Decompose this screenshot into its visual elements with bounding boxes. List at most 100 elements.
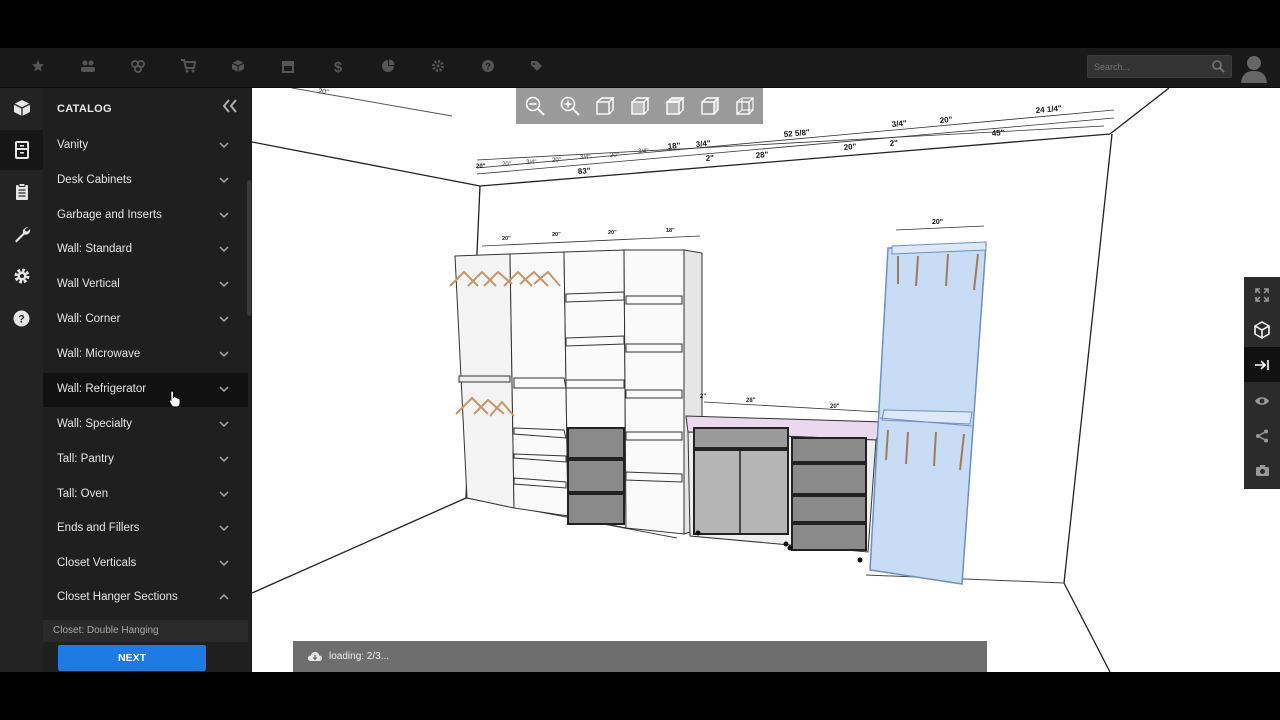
3d-box-icon bbox=[1254, 320, 1270, 339]
svg-text:20": 20" bbox=[552, 158, 561, 164]
zoom-out-icon[interactable] bbox=[524, 95, 546, 117]
catalog-item-closet-hanger-sections[interactable]: Closet Hanger Sections bbox=[43, 581, 248, 615]
rail-catalog-button[interactable] bbox=[0, 88, 43, 128]
catalog-item-wall-corner[interactable]: Wall: Corner bbox=[43, 303, 248, 337]
dimension-label: 18" bbox=[666, 228, 675, 234]
clipboard-icon bbox=[15, 183, 28, 200]
view-cube-right-icon[interactable] bbox=[699, 95, 721, 117]
rail-help-button[interactable]: ? bbox=[0, 298, 43, 338]
loading-text: loading: 2/3... bbox=[329, 651, 390, 662]
box-icon bbox=[13, 100, 30, 116]
svg-text:?: ? bbox=[18, 313, 25, 325]
catalog-item-label: Vanity bbox=[57, 139, 89, 151]
tag-icon[interactable] bbox=[526, 58, 546, 78]
dimension-label: 20" bbox=[843, 142, 857, 152]
svg-text:20": 20" bbox=[610, 153, 619, 159]
search-input[interactable] bbox=[1088, 56, 1206, 77]
svg-text:3/4": 3/4" bbox=[638, 149, 648, 155]
chevron-down-icon bbox=[219, 142, 229, 149]
group-icon[interactable] bbox=[128, 58, 148, 78]
dimension-label: 20" bbox=[932, 219, 943, 226]
dimension-label: 28" bbox=[755, 150, 769, 160]
dimension-label: 20" bbox=[552, 232, 561, 238]
store-icon[interactable] bbox=[278, 58, 298, 78]
loading-status-bar: loading: 2/3... bbox=[293, 641, 987, 672]
view-cube-iso-icon[interactable] bbox=[734, 95, 756, 117]
catalog-panel: CATALOG Vanity Desk Cabinets Garbage and… bbox=[43, 88, 252, 672]
camera-icon bbox=[1255, 465, 1269, 476]
catalog-item-wall-standard[interactable]: Wall: Standard bbox=[43, 233, 248, 267]
dimension-label: 3/4" bbox=[695, 139, 711, 149]
catalog-item-vanity[interactable]: Vanity bbox=[43, 129, 248, 163]
user-avatar-icon[interactable] bbox=[1240, 53, 1268, 83]
search-box[interactable] bbox=[1087, 55, 1232, 78]
cart-icon[interactable] bbox=[178, 58, 198, 78]
catalog-item-wall-microwave[interactable]: Wall: Microwave bbox=[43, 338, 248, 372]
catalog-item-garbage-inserts[interactable]: Garbage and Inserts bbox=[43, 199, 248, 233]
catalog-item-wall-specialty[interactable]: Wall: Specialty bbox=[43, 408, 248, 442]
dimension-label: 3/4" bbox=[891, 119, 907, 129]
star-icon[interactable] bbox=[28, 58, 48, 78]
share-button[interactable] bbox=[1244, 418, 1280, 453]
dollar-icon[interactable]: $ bbox=[328, 58, 348, 78]
wrench-icon bbox=[14, 227, 30, 243]
visibility-button[interactable] bbox=[1244, 383, 1280, 418]
3d-view-button[interactable] bbox=[1244, 312, 1280, 347]
collapse-right-button[interactable] bbox=[1244, 347, 1280, 382]
catalog-item-ends-fillers[interactable]: Ends and Fillers bbox=[43, 512, 248, 546]
catalog-item-label: Wall Vertical bbox=[57, 278, 120, 290]
fullscreen-button[interactable] bbox=[1244, 277, 1280, 312]
design-3d-viewport[interactable]: 20" 24 1/4" 45" 20" 3/4" 52 5/8" 20" 2" … bbox=[252, 88, 1280, 672]
catalog-item-label: Wall: Microwave bbox=[57, 348, 141, 360]
dimension-label: 83" bbox=[578, 166, 591, 176]
gear-icon[interactable] bbox=[428, 58, 448, 78]
zoom-in-icon[interactable] bbox=[559, 95, 581, 117]
chevron-down-icon bbox=[219, 456, 229, 463]
search-icon[interactable] bbox=[1211, 59, 1225, 73]
svg-text:?: ? bbox=[485, 62, 491, 72]
rail-settings-button[interactable] bbox=[0, 256, 43, 296]
svg-text:3/4": 3/4" bbox=[580, 155, 590, 161]
catalog-item-label: Closet Hanger Sections bbox=[57, 591, 178, 603]
cloud-download-icon bbox=[307, 651, 323, 661]
dimension-label: 2" bbox=[889, 138, 898, 148]
next-button[interactable]: NEXT bbox=[58, 645, 206, 671]
catalog-item-tall-pantry[interactable]: Tall: Pantry bbox=[43, 443, 248, 477]
dimension-label: 24 1/4" bbox=[1035, 104, 1062, 115]
catalog-item-tall-oven[interactable]: Tall: Oven bbox=[43, 478, 248, 512]
rail-tools-button[interactable] bbox=[0, 214, 43, 254]
catalog-item-label: Tall: Oven bbox=[57, 488, 109, 500]
chevron-up-icon bbox=[219, 593, 229, 600]
chevron-down-icon bbox=[219, 386, 229, 393]
catalog-item-desk-cabinets[interactable]: Desk Cabinets bbox=[43, 164, 248, 198]
help-icon: ? bbox=[13, 310, 30, 326]
screenshot-button[interactable] bbox=[1244, 453, 1280, 488]
chevron-down-icon bbox=[219, 246, 229, 253]
catalog-item-label: Ends and Fillers bbox=[57, 522, 140, 534]
catalog-item-closet-verticals[interactable]: Closet Verticals bbox=[43, 547, 248, 581]
hand-cursor-icon bbox=[169, 390, 181, 408]
view-cube-top-icon[interactable] bbox=[664, 95, 686, 117]
catalog-item-wall-refrigerator[interactable]: Wall: Refrigerator bbox=[43, 373, 248, 407]
rail-list-button[interactable] bbox=[0, 172, 43, 212]
catalog-subitem-label: Closet: Double Hanging bbox=[53, 625, 159, 636]
room-3d-render[interactable]: 20" 24 1/4" 45" 20" 3/4" 52 5/8" 20" 2" … bbox=[252, 88, 1280, 672]
catalog-subitem-closet-double-hanging[interactable]: Closet: Double Hanging bbox=[43, 620, 248, 642]
view-cube-front-icon[interactable] bbox=[594, 95, 616, 117]
svg-text:3/4": 3/4" bbox=[526, 160, 536, 166]
view-cube-left-icon[interactable] bbox=[629, 95, 651, 117]
svg-text:20": 20" bbox=[502, 162, 511, 168]
catalog-item-wall-vertical[interactable]: Wall Vertical bbox=[43, 268, 248, 302]
fullscreen-icon bbox=[1255, 287, 1269, 302]
users-icon[interactable] bbox=[78, 58, 98, 78]
pie-chart-icon[interactable] bbox=[378, 58, 398, 78]
chevron-down-icon bbox=[219, 491, 229, 498]
chevron-down-icon bbox=[219, 560, 229, 567]
double-chevron-left-icon[interactable] bbox=[221, 98, 239, 114]
gear-icon bbox=[14, 268, 29, 284]
chevron-down-icon bbox=[219, 281, 229, 288]
help-icon[interactable]: ? bbox=[478, 58, 498, 78]
catalog-item-label: Wall: Specialty bbox=[57, 418, 132, 430]
rail-cabinet-button[interactable] bbox=[0, 130, 43, 170]
box-icon[interactable] bbox=[228, 58, 248, 78]
